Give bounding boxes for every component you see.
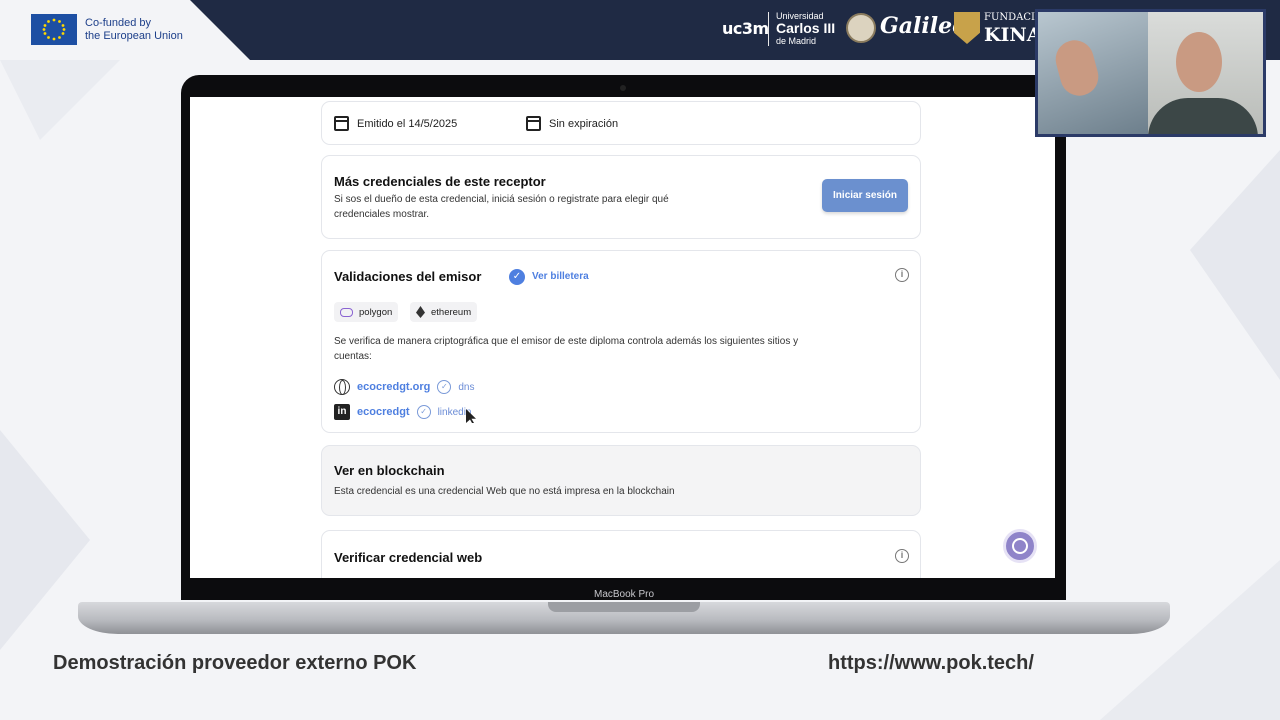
description-line1: Se verifica de manera criptográfica que … [334, 336, 799, 347]
eu-cofunded-logo: Co-funded by the European Union [31, 14, 183, 45]
calendar-icon [334, 116, 349, 131]
expiration-text: Sin expiración [549, 117, 619, 130]
eu-text-line2: the European Union [85, 29, 183, 42]
caption-url: https://www.pok.tech/ [828, 652, 1034, 674]
description-line2: cuentas: [334, 351, 372, 362]
verify-web-card: Verificar credencial web i [321, 530, 921, 578]
galileo-logo: Galileo [880, 13, 967, 39]
expiration: Sin expiración [526, 116, 618, 131]
info-icon[interactable]: i [895, 549, 909, 563]
globe-icon [334, 379, 350, 395]
check-circle-icon: ✓ [437, 380, 452, 394]
eu-flag-icon [31, 14, 77, 45]
uc3m-line3: de Madrid [776, 36, 817, 46]
presenter-webcam [1035, 9, 1266, 137]
caption-title: Demostración proveedor externo POK [53, 652, 417, 674]
calendar-check-icon [526, 116, 541, 131]
login-button[interactable]: Iniciar sesión [822, 179, 908, 212]
laptop-camera [620, 85, 626, 91]
chain-chip-ethereum: ethereum [410, 302, 478, 322]
laptop-notch [548, 602, 700, 612]
linkedin-icon: in [334, 404, 350, 420]
issued-date-text: Emitido el 14/5/2025 [357, 117, 458, 130]
more-credentials-title: Más credenciales de este receptor [334, 174, 546, 189]
issuer-validations-description: Se verifica de manera criptográfica que … [334, 334, 904, 364]
account-link-linkedin[interactable]: ecocredgt [357, 406, 410, 418]
blockchain-text: Esta credencial es una credencial Web qu… [334, 486, 675, 497]
uc3m-name: Universidad Carlos III de Madrid [776, 11, 835, 46]
info-icon[interactable]: i [895, 268, 909, 282]
chain-chip-polygon: polygon [334, 302, 399, 322]
cookie-icon [1012, 538, 1028, 554]
laptop-screen: Emitido el 14/5/2025 Sin expiración Más … [190, 97, 1055, 578]
logo-separator [768, 12, 769, 46]
more-credentials-text-line1: Si sos el dueño de esta credencial, inic… [334, 194, 669, 205]
issued-date: Emitido el 14/5/2025 [334, 116, 457, 131]
account-row-dns: ecocredgt.org ✓ dns [334, 379, 474, 395]
uc3m-line2: Carlos III [776, 20, 836, 36]
screen-bottom-bezel [190, 578, 1055, 582]
chain-label-polygon: polygon [359, 306, 393, 318]
ethereum-icon [416, 306, 425, 318]
verified-badge-icon: ✓ [509, 269, 525, 285]
more-credentials-text-line2: credenciales mostrar. [334, 209, 430, 220]
blockchain-card[interactable]: Ver en blockchain Esta credencial es una… [321, 445, 921, 516]
chain-label-ethereum: ethereum [431, 306, 472, 318]
more-credentials-text: Si sos el dueño de esta credencial, inic… [334, 192, 804, 222]
account-row-linkedin: in ecocredgt ✓ linkedin [334, 404, 472, 420]
issuer-validations-card: Validaciones del emisor ✓ Ver billetera … [321, 250, 921, 433]
eu-text: Co-funded by the European Union [85, 17, 183, 43]
presenter-head [1176, 32, 1222, 92]
blockchain-title: Ver en blockchain [334, 463, 445, 478]
check-circle-icon: ✓ [416, 405, 431, 419]
galileo-seal-icon [846, 13, 876, 43]
more-credentials-card: Más credenciales de este receptor Si sos… [321, 155, 921, 239]
view-wallet-link[interactable]: Ver billetera [532, 271, 589, 282]
credential-meta-card: Emitido el 14/5/2025 Sin expiración [321, 101, 921, 145]
account-link-dns[interactable]: ecocredgt.org [357, 381, 430, 393]
uc3m-logo: uc3m [722, 19, 769, 38]
account-type-dns: dns [458, 381, 475, 393]
eu-text-line1: Co-funded by [85, 16, 152, 29]
cookie-settings-button[interactable] [1003, 529, 1037, 563]
macbook-label: MacBook Pro [593, 589, 655, 600]
polygon-icon [340, 307, 353, 317]
issuer-validations-title: Validaciones del emisor [334, 269, 482, 284]
verify-web-title: Verificar credencial web [334, 550, 483, 565]
